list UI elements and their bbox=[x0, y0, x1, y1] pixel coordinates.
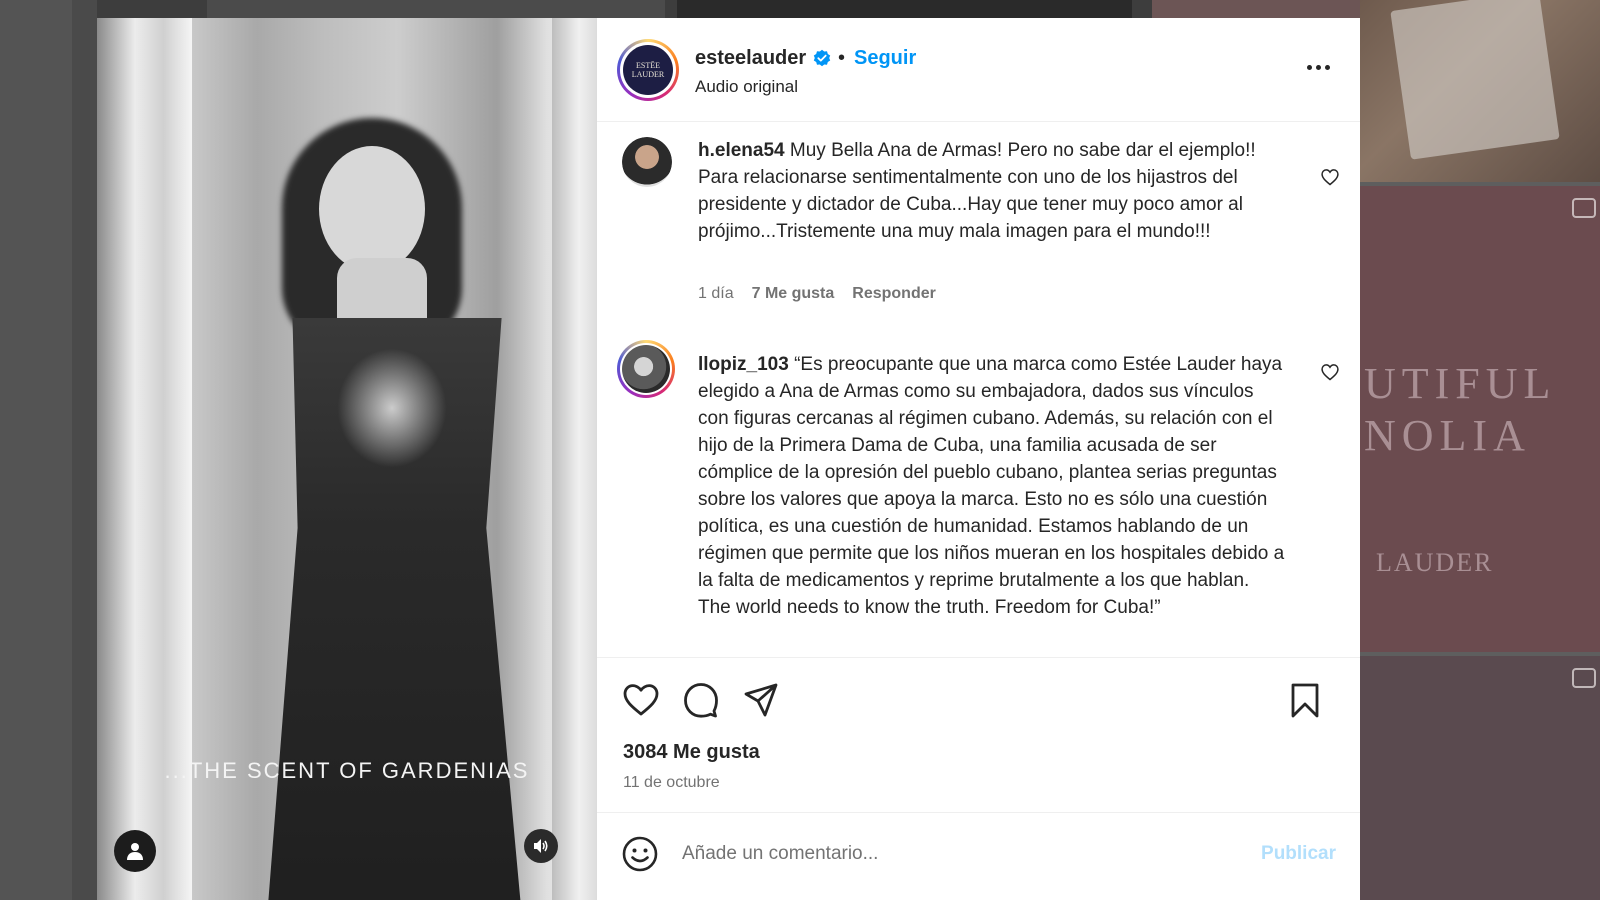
commenter-username[interactable]: h.elena54 bbox=[698, 140, 785, 161]
author-handle[interactable]: esteelauder bbox=[695, 47, 806, 70]
comment-meta: 1 día 7 Me gusta Responder bbox=[698, 285, 936, 303]
comment-age[interactable]: 1 día bbox=[698, 285, 734, 303]
background-text: LAUDER bbox=[1376, 548, 1494, 577]
follow-button[interactable]: Seguir bbox=[854, 47, 916, 70]
background-thumbnail[interactable] bbox=[677, 0, 1132, 18]
author-avatar[interactable]: ESTĒE LAUDER bbox=[617, 39, 679, 101]
commenter-avatar[interactable] bbox=[622, 137, 672, 187]
background-text: NOLIA bbox=[1364, 411, 1531, 460]
background-thumbnail[interactable] bbox=[207, 0, 665, 18]
comment-text: llopiz_103 “Es preocupante que una marca… bbox=[698, 351, 1288, 621]
audio-label[interactable]: Audio original bbox=[695, 77, 798, 97]
share-icon[interactable] bbox=[741, 680, 781, 720]
avatar-frame bbox=[620, 343, 672, 395]
media-figure-highlight bbox=[337, 348, 447, 468]
more-options-icon[interactable] bbox=[1307, 65, 1330, 70]
avatar-inner: ESTĒE LAUDER bbox=[620, 42, 676, 98]
publish-button[interactable]: Publicar bbox=[1261, 843, 1336, 865]
post-date[interactable]: 11 de octubre bbox=[623, 774, 720, 792]
bookmark-icon[interactable] bbox=[1285, 680, 1325, 720]
background-thumbnail[interactable] bbox=[1360, 0, 1600, 182]
post-media[interactable]: ...THE SCENT OF GARDENIAS bbox=[97, 18, 597, 900]
background-top-thumbnails bbox=[97, 0, 1372, 18]
comment-heart-icon[interactable] bbox=[1320, 362, 1340, 382]
avatar-image bbox=[622, 137, 672, 187]
logo-line: ESTĒE bbox=[636, 61, 660, 70]
media-figure-face bbox=[319, 146, 425, 272]
emoji-icon[interactable] bbox=[621, 835, 659, 873]
avatar-image bbox=[622, 345, 670, 393]
commenter-avatar[interactable] bbox=[617, 340, 675, 398]
user-tag-button[interactable] bbox=[114, 830, 156, 872]
comment-body-end: The world needs to know the truth. Freed… bbox=[698, 597, 1161, 618]
comment-body: “Es preocupante que una marca como Estée… bbox=[698, 354, 1285, 591]
volume-button[interactable] bbox=[524, 829, 558, 863]
header-separator: • bbox=[838, 47, 846, 69]
post-modal: ...THE SCENT OF GARDENIAS ESTĒE LAUDER e… bbox=[97, 18, 1360, 900]
brand-logo: ESTĒE LAUDER bbox=[623, 45, 673, 95]
background-text: UTIFUL bbox=[1364, 359, 1557, 408]
post-header: ESTĒE LAUDER esteelauder • Seguir Audio … bbox=[597, 18, 1360, 122]
comment-like-count[interactable]: 7 Me gusta bbox=[752, 285, 835, 303]
comment-icon[interactable] bbox=[681, 680, 721, 720]
comment-heart-icon[interactable] bbox=[1320, 167, 1340, 187]
reply-button[interactable]: Responder bbox=[852, 285, 936, 303]
comment-input[interactable] bbox=[682, 837, 1202, 871]
background-thumbnail[interactable] bbox=[1360, 656, 1600, 900]
background-strip bbox=[72, 0, 97, 900]
user-tag-icon bbox=[127, 843, 143, 860]
post-actions: 3084 Me gusta 11 de octubre bbox=[597, 657, 1360, 812]
logo-line: LAUDER bbox=[631, 70, 665, 79]
like-count[interactable]: 3084 Me gusta bbox=[623, 741, 760, 764]
background-thumbnail[interactable] bbox=[1152, 0, 1372, 18]
comment-text: h.elena54 Muy Bella Ana de Armas! Pero n… bbox=[698, 137, 1288, 245]
commenter-username[interactable]: llopiz_103 bbox=[698, 354, 789, 375]
comment-composer: Publicar bbox=[597, 812, 1360, 900]
media-caption: ...THE SCENT OF GARDENIAS bbox=[164, 758, 530, 783]
reel-icon bbox=[1572, 668, 1596, 688]
volume-icon bbox=[534, 839, 548, 853]
comments-list[interactable]: h.elena54 Muy Bella Ana de Armas! Pero n… bbox=[597, 123, 1360, 657]
verified-badge-icon bbox=[813, 49, 831, 67]
post-panel: ESTĒE LAUDER esteelauder • Seguir Audio … bbox=[597, 18, 1360, 900]
reel-icon bbox=[1572, 198, 1596, 218]
background-thumbnail-image bbox=[1390, 0, 1560, 160]
like-heart-icon[interactable] bbox=[621, 680, 661, 720]
